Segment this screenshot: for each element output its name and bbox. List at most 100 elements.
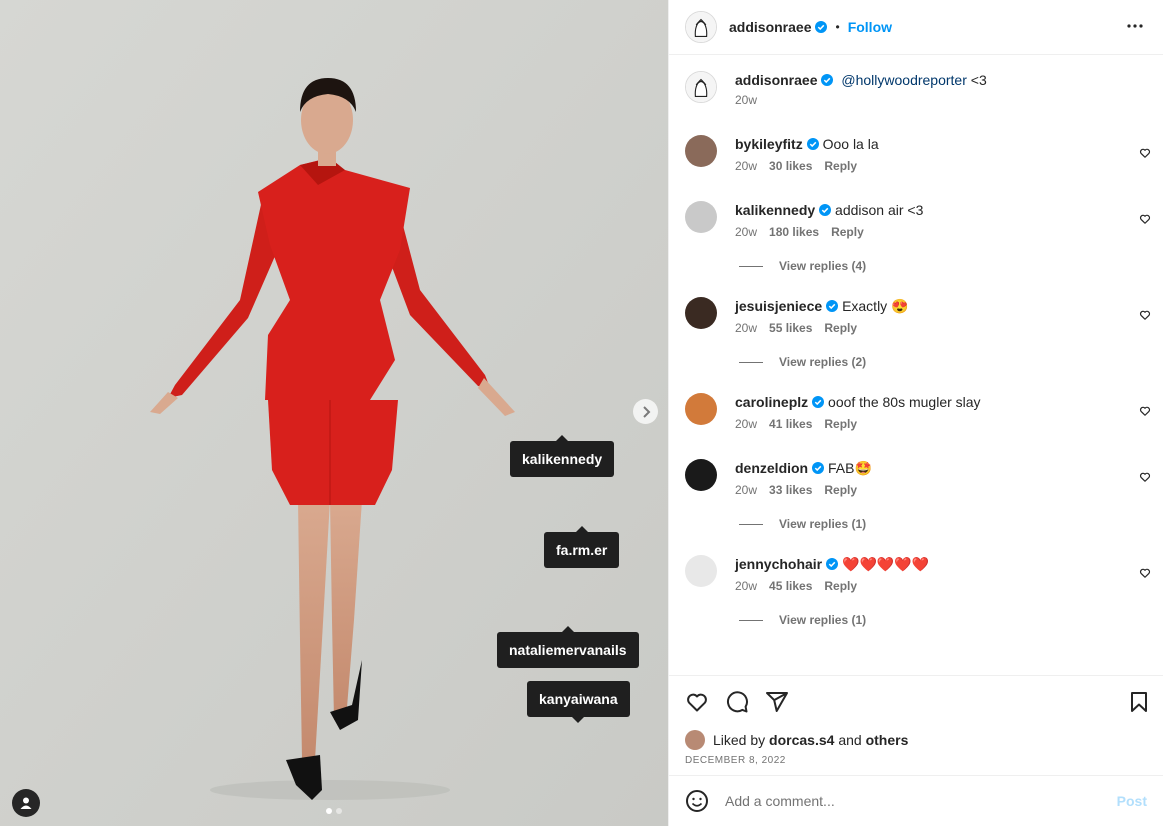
comment-body: ❤️❤️❤️❤️❤️: [842, 556, 930, 572]
comment-time: 20w: [735, 417, 758, 431]
carousel-dot: [326, 808, 332, 814]
comment-container: bykileyfitz Ooo la la 20w 30 likes Reply kal…: [669, 135, 1163, 629]
likes-middle: and: [838, 732, 862, 748]
more-options-button[interactable]: [1123, 14, 1147, 43]
comment-body: Ooo la la: [822, 136, 879, 152]
tag-pointer: [575, 526, 588, 532]
photo-tag-nataliemervanails[interactable]: nataliemervanails: [497, 626, 639, 668]
commenter-avatar[interactable]: [685, 555, 717, 587]
tag-label: kalikennedy: [522, 451, 603, 467]
post-modal: kalikennedy fa.rm.er nataliemervanails k…: [0, 0, 1163, 826]
comment-likes[interactable]: 41 likes: [769, 417, 812, 431]
heart-icon: [1139, 406, 1151, 416]
post-comment-button[interactable]: Post: [1117, 793, 1147, 809]
comments-list[interactable]: addisonraee @hollywoodreporter <3 20w by…: [669, 55, 1163, 675]
save-button[interactable]: [1123, 686, 1155, 718]
comment-likes[interactable]: 180 likes: [769, 225, 819, 239]
share-button[interactable]: [761, 686, 793, 718]
liker-avatar[interactable]: [685, 730, 705, 750]
comment-like-button[interactable]: [1139, 212, 1151, 230]
carousel-dot: [336, 808, 342, 814]
caption-mention[interactable]: @hollywoodreporter: [841, 72, 967, 88]
next-photo-button[interactable]: [633, 399, 658, 424]
commenter-username[interactable]: denzeldion: [735, 460, 808, 476]
comment-reply-button[interactable]: Reply: [824, 417, 857, 431]
replies-line: [739, 265, 763, 267]
comment-body: ooof the 80s mugler slay: [828, 394, 981, 410]
show-tags-button[interactable]: [12, 789, 40, 817]
comment-text: kalikennedy addison air <3: [735, 201, 1147, 219]
commenter-avatar[interactable]: [685, 135, 717, 167]
more-options-icon: [1127, 24, 1143, 28]
verified-badge-icon: [826, 300, 839, 312]
comment-row: denzeldion FAB🤩 20w 33 likes Reply: [669, 459, 1163, 509]
follow-button[interactable]: Follow: [848, 19, 892, 35]
comment-reply-button[interactable]: Reply: [824, 483, 857, 497]
comment-body: FAB🤩: [828, 460, 872, 476]
comment-like-button[interactable]: [1139, 566, 1151, 584]
commenter-avatar[interactable]: [685, 201, 717, 233]
view-replies-button[interactable]: View replies (1): [669, 515, 1163, 533]
comment-body: Exactly 😍: [842, 298, 909, 314]
commenter-avatar[interactable]: [685, 393, 717, 425]
chevron-right-icon: [642, 405, 650, 418]
avatar-image: [686, 72, 716, 102]
author-avatar[interactable]: [685, 11, 717, 43]
comment-like-button[interactable]: [1139, 470, 1151, 488]
tag-label: fa.rm.er: [556, 542, 608, 558]
comment-meta: 20w 41 likes Reply: [735, 417, 1147, 431]
comment-row: kalikennedy addison air <3 20w 180 likes Re…: [669, 201, 1163, 251]
comment-reply-button[interactable]: Reply: [824, 159, 857, 173]
author-username[interactable]: addisonraee: [729, 19, 811, 35]
post-sidebar: addisonraee • Follow addisonraee @hollyw…: [668, 0, 1163, 826]
view-replies-button[interactable]: View replies (4): [669, 257, 1163, 275]
photo-tag-kalikennedy[interactable]: kalikennedy: [510, 435, 615, 477]
comment-like-button[interactable]: [1139, 308, 1151, 326]
tag-label: kanyaiwana: [539, 691, 618, 707]
comment-like-button[interactable]: [1139, 404, 1151, 422]
view-replies-button[interactable]: View replies (1): [669, 611, 1163, 629]
author-avatar[interactable]: [685, 71, 717, 103]
comment-likes[interactable]: 45 likes: [769, 579, 812, 593]
photo-tag-farmer[interactable]: fa.rm.er: [544, 526, 620, 568]
commenter-username[interactable]: carolineplz: [735, 394, 808, 410]
comment-like-button[interactable]: [1139, 146, 1151, 164]
commenter-username[interactable]: jennychohair: [735, 556, 822, 572]
like-button[interactable]: [681, 686, 713, 718]
comment-input[interactable]: [725, 793, 1117, 809]
caption-time: 20w: [735, 93, 758, 107]
commenter-avatar[interactable]: [685, 459, 717, 491]
comment-likes[interactable]: 55 likes: [769, 321, 812, 335]
tag-label: nataliemervanails: [509, 642, 627, 658]
comment-likes[interactable]: 30 likes: [769, 159, 812, 173]
comment-row: bykileyfitz Ooo la la 20w 30 likes Reply: [669, 135, 1163, 185]
tag-pointer: [572, 717, 585, 723]
comment-likes[interactable]: 33 likes: [769, 483, 812, 497]
post-media[interactable]: kalikennedy fa.rm.er nataliemervanails k…: [0, 0, 668, 826]
likes-others-link[interactable]: others: [866, 732, 909, 748]
emoji-icon[interactable]: [685, 789, 709, 813]
verified-badge-icon: [826, 558, 839, 570]
comment-time: 20w: [735, 321, 758, 335]
comment-text: carolineplz ooof the 80s mugler slay: [735, 393, 1147, 411]
commenter-avatar[interactable]: [685, 297, 717, 329]
liker-username[interactable]: dorcas.s4: [769, 732, 834, 748]
commenter-username[interactable]: kalikennedy: [735, 202, 815, 218]
add-comment-bar: Post: [669, 775, 1163, 826]
comment-button[interactable]: [721, 686, 753, 718]
photo-tag-kanyaiwana[interactable]: kanyaiwana: [527, 681, 630, 723]
comment-reply-button[interactable]: Reply: [824, 579, 857, 593]
heart-icon: [1139, 148, 1151, 158]
view-replies-label: View replies (4): [779, 259, 867, 273]
comment-meta: 20w 55 likes Reply: [735, 321, 1147, 335]
verified-badge-icon: [819, 204, 832, 216]
commenter-username[interactable]: jesuisjeniece: [735, 298, 822, 314]
caption-username[interactable]: addisonraee: [735, 72, 817, 88]
separator-bullet: •: [835, 20, 840, 34]
view-replies-button[interactable]: View replies (2): [669, 353, 1163, 371]
verified-badge-icon: [812, 396, 825, 408]
comment-reply-button[interactable]: Reply: [831, 225, 864, 239]
comment-reply-button[interactable]: Reply: [824, 321, 857, 335]
comment-row: jesuisjeniece Exactly 😍 20w 55 likes Reply: [669, 297, 1163, 347]
commenter-username[interactable]: bykileyfitz: [735, 136, 803, 152]
